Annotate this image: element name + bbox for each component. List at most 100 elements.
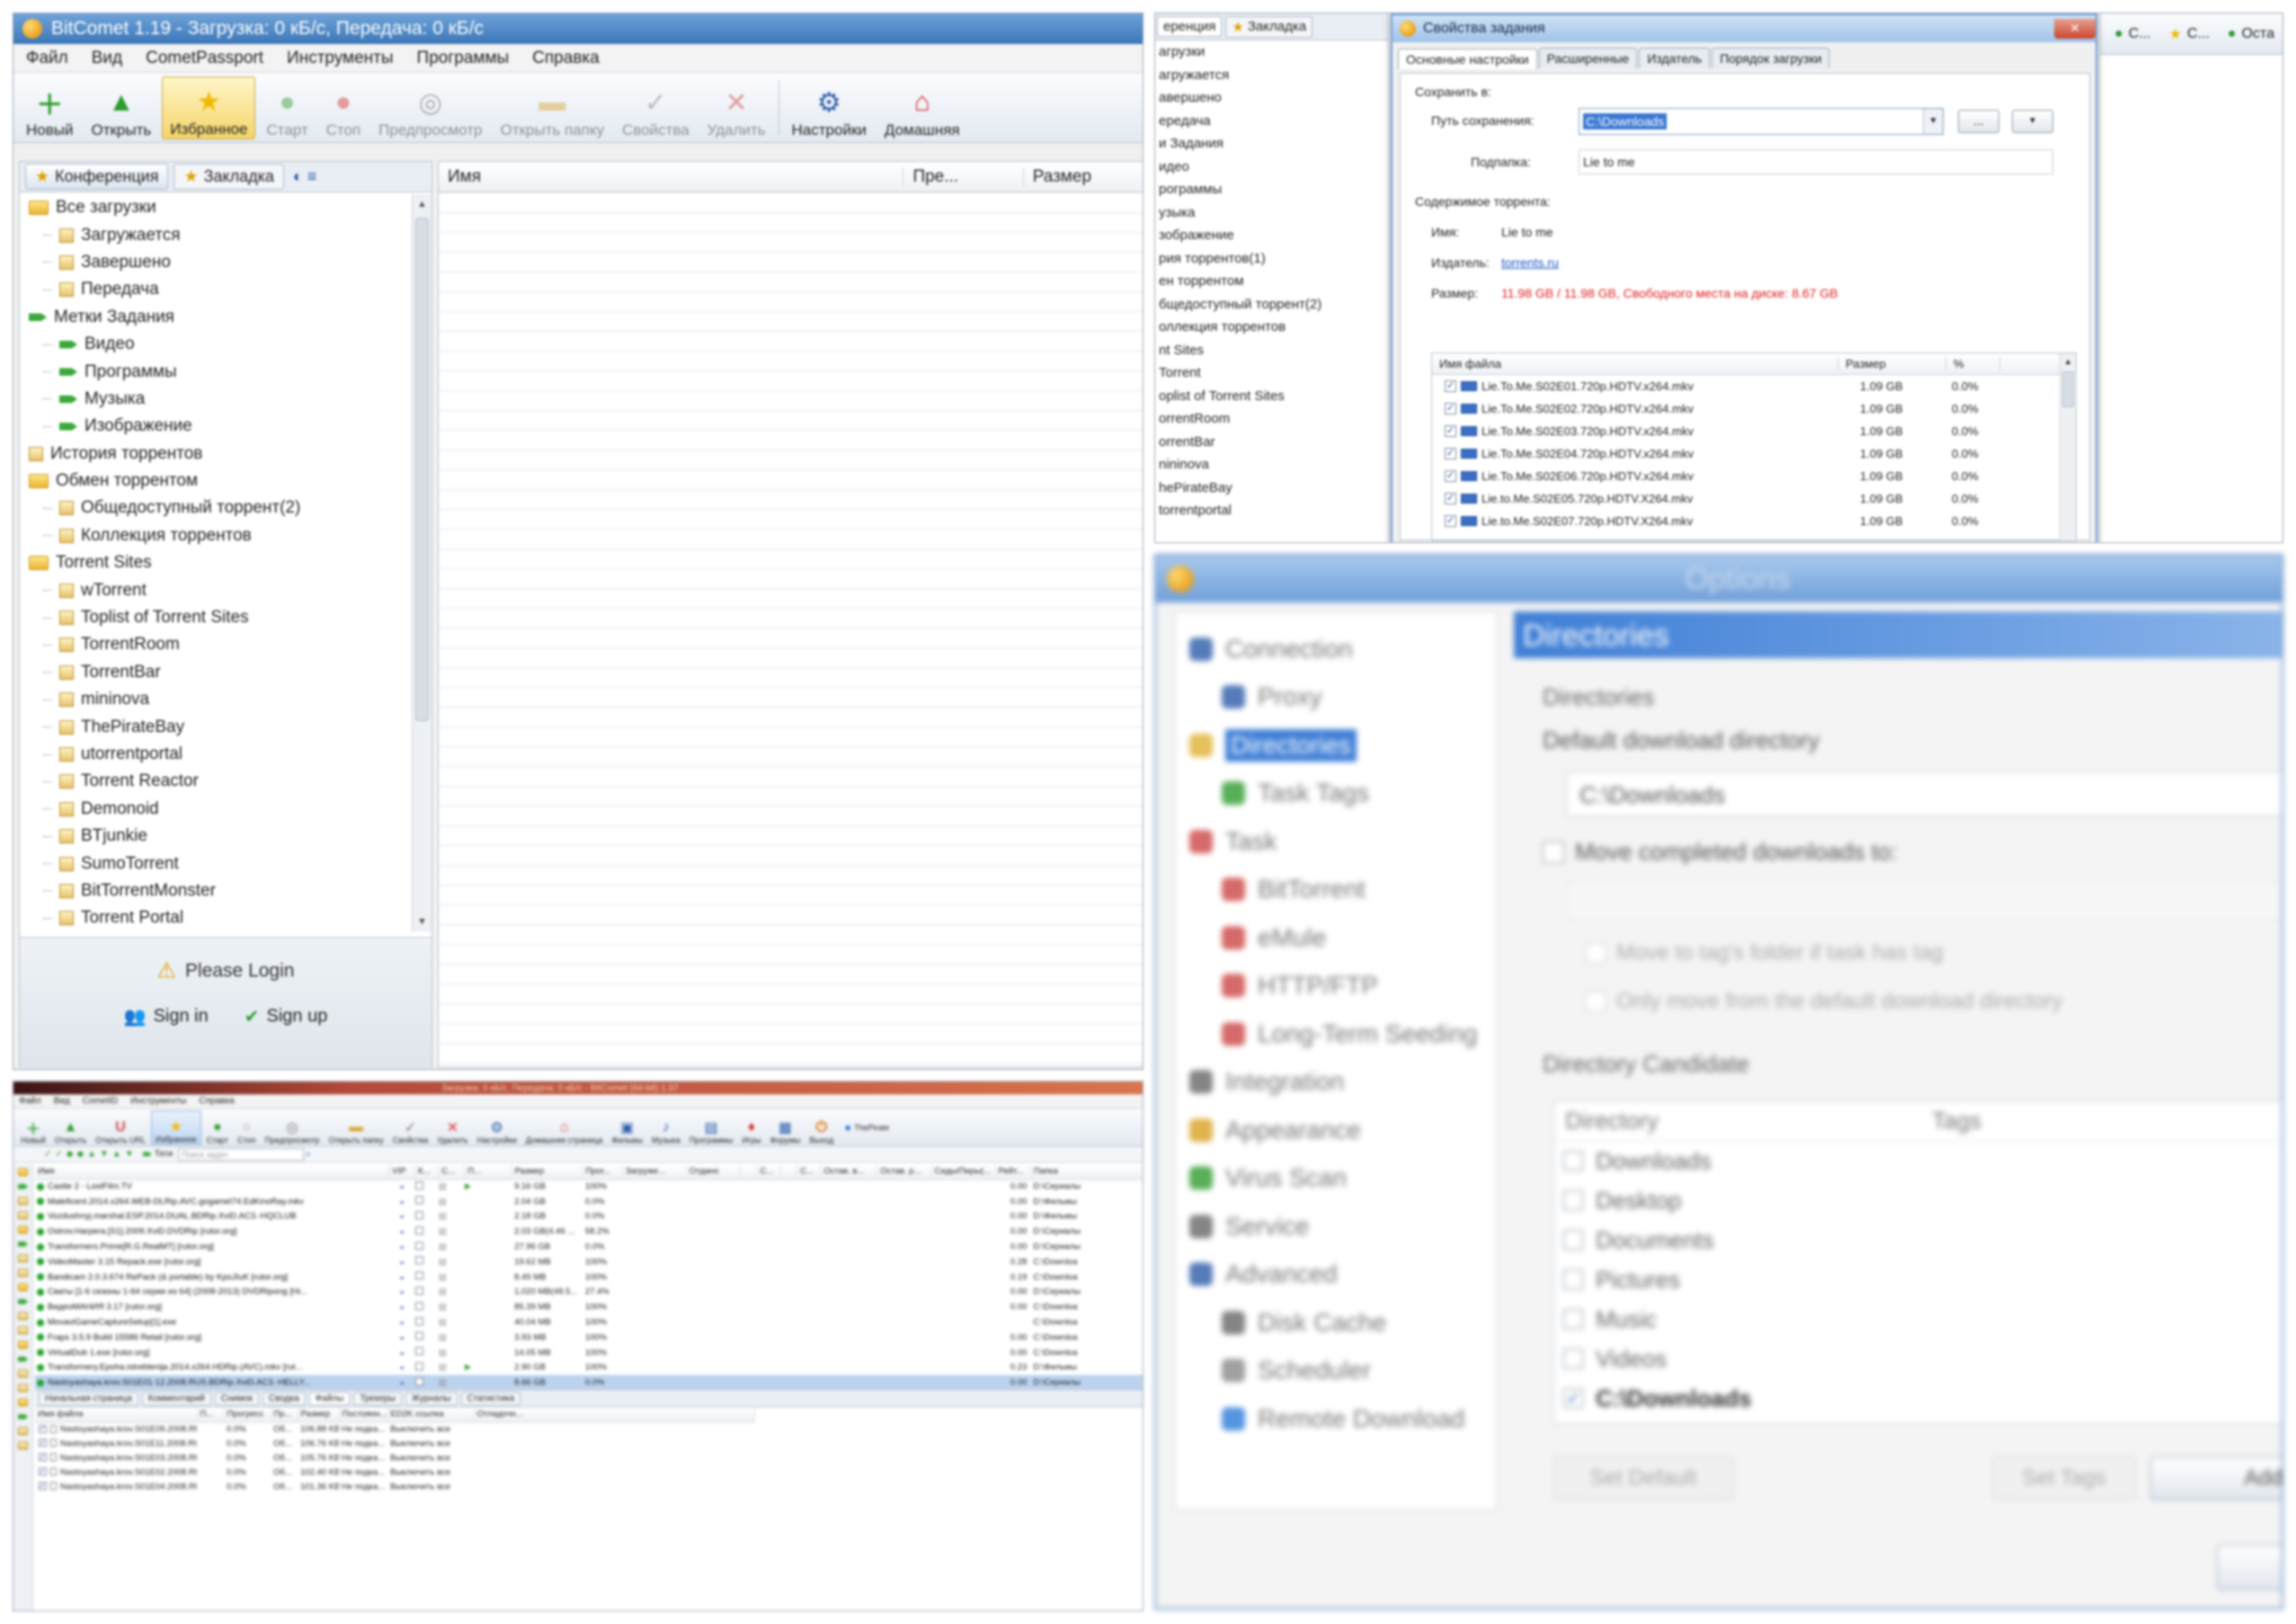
toolbar-button-избранное[interactable]: ★ Избранное [151, 1111, 201, 1145]
file-row[interactable]: ✓ Nastoyashaya.krov.S01E03.2008.RUS.BDRip… [35, 1450, 754, 1465]
options-tree-item-virus-scan[interactable]: Virus Scan [1175, 1155, 1497, 1203]
menu-dropdown-button[interactable]: ▼ [2012, 110, 2053, 133]
file-checkbox[interactable]: ✓ [1445, 448, 1456, 460]
file-checkbox[interactable]: ✓ [1445, 470, 1456, 482]
left-tab-конференция[interactable]: ★ Конференция [25, 164, 169, 190]
file-column-2[interactable]: Размер [1838, 357, 1946, 370]
tree-item-коллекция-торрентов[interactable]: Коллекция торрентов [20, 522, 412, 549]
toolbar-button-открыть-url[interactable]: U Открыть URL [92, 1111, 149, 1145]
file-row[interactable]: ✓ Lie.To.Me.S02E02.720p.HDTV.x264.mkv 1.09… [1432, 397, 2076, 420]
menu-item-инструменты[interactable]: Инструменты [130, 1096, 186, 1106]
task-row[interactable]: Vozdushnyj.marshal.ESP.2014.DUAL.BDRip.X… [35, 1209, 1143, 1225]
toolbar-button-удалить[interactable]: ✕ Удалить [433, 1111, 471, 1145]
toolbar-button-программы[interactable]: ▤ Программы [686, 1111, 737, 1145]
task-checkbox[interactable] [414, 1256, 423, 1265]
candidate-row[interactable]: Videos [1554, 1339, 2282, 1379]
column-header-16[interactable]: Сиды/Пиры(... [931, 1164, 996, 1179]
chevron-down-icon[interactable]: ▼ [1923, 109, 1943, 134]
options-tree-item-service[interactable]: Service [1175, 1202, 1497, 1251]
options-tree-item-http-ftp[interactable]: HTTP/FTP [1175, 962, 1497, 1011]
menu-item-cometpassport[interactable]: CometPassport [146, 49, 263, 68]
toolbar-button-предпросмотр[interactable]: ◎ Предпросмотр [371, 76, 489, 139]
toolbar-button-новый[interactable]: ＋ Новый [19, 76, 80, 139]
column-header-3[interactable]: К... [414, 1164, 440, 1179]
detail-tab-4[interactable]: Сводка [262, 1391, 306, 1405]
toolbar-button-игры[interactable]: ♦ Игры [738, 1111, 764, 1145]
tree-item-история-торрентов[interactable]: История торрентов [20, 441, 412, 468]
set-default-button[interactable]: Set Default [1553, 1457, 1733, 1500]
candidate-checkbox[interactable] [1563, 1191, 1583, 1210]
file-row[interactable]: ✓ Lie.To.Me.S02E04.720p.HDTV.x264.mkv 1.09… [1432, 442, 2076, 465]
set-tags-button[interactable]: Set Tags [1992, 1457, 2136, 1500]
toolbar-button-открыть[interactable]: ▲ Открыть [51, 1111, 90, 1145]
file-column-1[interactable]: Имя файла [1432, 357, 1838, 370]
tree-item-завершено[interactable]: Завершено [20, 249, 412, 276]
tree-scrollbar[interactable]: ▲ ▼ [412, 194, 432, 932]
default-dir-input[interactable]: C:\Downloads [1566, 772, 2282, 816]
task-row[interactable]: Transformery.Epoha.istreblenija.2014.x26… [35, 1361, 1143, 1376]
column-header-2[interactable]: VIP [388, 1164, 416, 1179]
file-checkbox[interactable]: ✓ [1445, 403, 1456, 415]
file-column-2[interactable]: П... [197, 1407, 225, 1422]
detail-tab-7[interactable]: Журналы [405, 1391, 458, 1405]
column-header-17[interactable]: Рейт... [995, 1164, 1031, 1179]
task-list[interactable]: Имя VIP К... С... П... Размер Прог... Загруже..… [35, 1164, 1143, 1389]
file-row[interactable]: ✓ Nastoyashaya.krov.S01E04.2008.RUS.BDRip… [35, 1479, 754, 1494]
dialog-tab-4[interactable]: Порядок загрузки [1712, 48, 1830, 68]
tree-item-метки-задания[interactable]: Метки Задания [20, 304, 412, 331]
options-tree-item-proxy[interactable]: Proxy [1175, 674, 1497, 722]
candidate-checkbox[interactable] [1563, 1309, 1583, 1329]
move-tag-checkbox[interactable] [1586, 943, 1606, 963]
column-header-8[interactable]: Загруже... [622, 1164, 687, 1179]
candidate-row[interactable]: Desktop [1554, 1181, 2282, 1220]
options-tree-item-directories[interactable]: Directories [1175, 721, 1497, 770]
toolbar-button-стоп[interactable]: ● Стоп [319, 76, 369, 139]
file-row[interactable]: ✓ Nastoyashaya.krov.S01E09.2008.RUS.BDRip… [35, 1422, 754, 1436]
detail-tab-5[interactable]: Файлы [308, 1391, 351, 1405]
toolbar-button-свойства[interactable]: ✓ Свойства [615, 76, 697, 139]
browse-button[interactable]: ... [1958, 110, 1999, 133]
task-row[interactable]: MovaviGameCaptureSetup[1].exe ◒ ▤ 40.04 MB 1… [35, 1315, 1143, 1330]
file-column-3[interactable]: Прогресс [224, 1407, 271, 1422]
menu-item-вид[interactable]: Вид [92, 49, 122, 68]
tree-item-видео[interactable]: Видео [20, 331, 412, 358]
options-tree-item-task[interactable]: Task [1175, 817, 1497, 866]
tree-item-mininova[interactable]: mininova [20, 686, 412, 713]
column-header-18[interactable]: Папка [1030, 1164, 1143, 1179]
left-tab-2[interactable]: ★ Закладка [1225, 15, 1313, 38]
ok-button-edge[interactable] [2217, 1545, 2282, 1590]
more-tabs-icon[interactable]: ◐ ≡ [293, 167, 316, 186]
file-column-8[interactable]: Отладочн... [474, 1407, 755, 1422]
search-icon[interactable]: ⌕ [306, 1149, 311, 1159]
options-tree-item-remote-download[interactable]: Remote Download [1175, 1395, 1497, 1443]
candidate-column-tags[interactable]: Tags [1932, 1107, 2282, 1135]
file-row[interactable]: ✓ Lie.To.Me.S02E01.720p.HDTV.x264.mkv 1.09… [1432, 375, 2076, 397]
file-checkbox[interactable]: ✓ [1445, 380, 1456, 392]
publisher-link[interactable]: torrents.ru [1501, 255, 1559, 270]
tree-item-torrentroom[interactable]: TorrentRoom [20, 631, 412, 658]
tree-item-sumotorrent[interactable]: SumoTorrent [20, 850, 412, 877]
file-row[interactable]: ✓ Lie.to.Me.S02E07.720p.HDTV.X264.mkv 1.09… [1432, 510, 2076, 532]
detail-file-list[interactable]: Имя файла П... Прогресс Пр... Размер Постоянн… [35, 1407, 1143, 1611]
left-tab-закладка[interactable]: ★ Закладка [174, 164, 284, 190]
scroll-thumb[interactable] [2062, 371, 2074, 407]
file-column-5[interactable]: Размер [298, 1407, 340, 1422]
file-checkbox[interactable]: ✓ [39, 1482, 47, 1491]
task-checkbox[interactable] [414, 1272, 423, 1280]
toolbar-button-форумы[interactable]: ▦ Форумы [767, 1111, 805, 1145]
options-tree-item-connection[interactable]: Connection [1175, 625, 1497, 674]
candidate-checkbox[interactable] [1563, 1230, 1583, 1250]
options-tree-item-task-tags[interactable]: Task Tags [1175, 770, 1497, 818]
options-tree-item-long-term-seeding[interactable]: Long-Term Seeding [1175, 1010, 1497, 1058]
tree-item-передача[interactable]: Передача [20, 276, 412, 303]
tree-item-torrent-portal[interactable]: Torrent Portal [20, 905, 412, 932]
candidate-row[interactable]: ✓ C:\Downloads [1554, 1379, 2282, 1418]
candidate-row[interactable]: Pictures [1554, 1260, 2282, 1299]
column-header-9[interactable]: Отдано [686, 1164, 742, 1179]
toolbar-button-фильмы[interactable]: ▣ Фильмы [608, 1111, 645, 1145]
tree-item-utorrentportal[interactable]: utorrentportal [20, 741, 412, 768]
candidate-row[interactable]: Downloads [1554, 1141, 2282, 1181]
file-column-7[interactable]: ED2K ссылка [387, 1407, 475, 1422]
tree-item-toplist-of-torrent-sites[interactable]: Toplist of Torrent Sites [20, 604, 412, 631]
task-row[interactable]: VideoMaster 3.15 Repack.exe [rutor.org] ◒… [35, 1254, 1143, 1270]
